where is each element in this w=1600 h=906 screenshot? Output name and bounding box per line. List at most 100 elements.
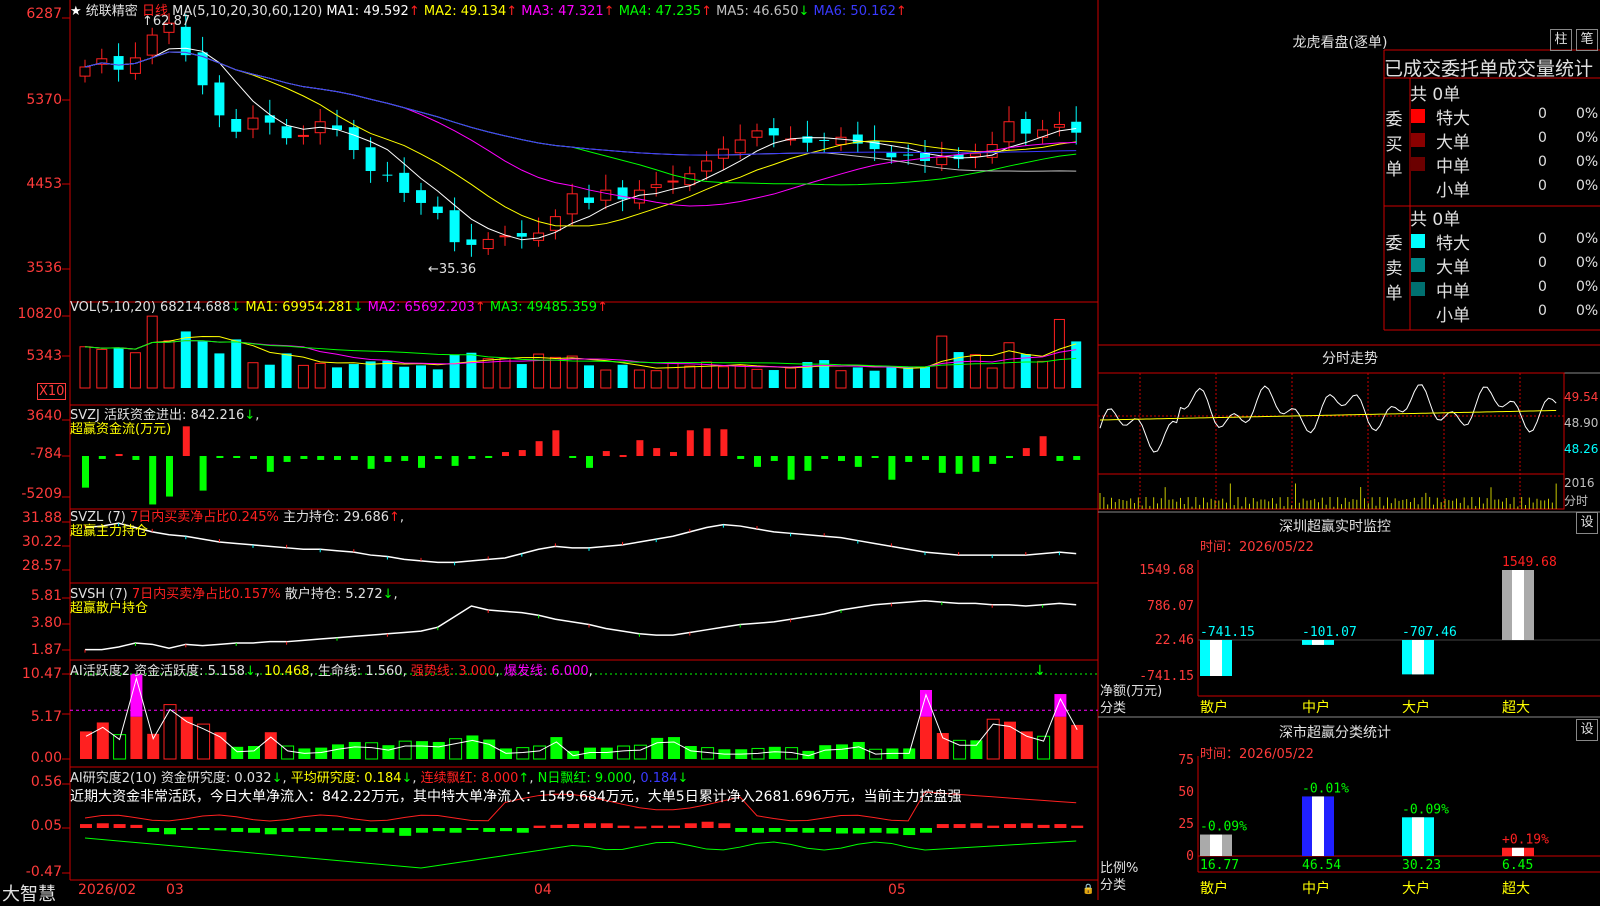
- sz-class-settings-button[interactable]: 设: [1576, 719, 1598, 741]
- candle-up: [79, 66, 91, 77]
- ai2-bar: [718, 823, 731, 828]
- monitor-category-label: 大户: [1402, 699, 1430, 716]
- lock-icon[interactable]: 🔒: [1082, 884, 1094, 895]
- ma-line-5: [84, 47, 1077, 241]
- main-ytick: 3536: [26, 260, 62, 276]
- ai1-bar-red: [920, 716, 932, 759]
- xaxis-label: 04: [534, 882, 552, 898]
- ai1-bar-hollow: [617, 745, 631, 760]
- volume-bar-down: [903, 367, 914, 388]
- svzj-bar: [149, 456, 157, 505]
- svzj-ytick: -784: [30, 446, 62, 462]
- ai2-ytick: 0.05: [30, 818, 62, 834]
- class-category-label: 散户: [1200, 880, 1228, 897]
- star-icon[interactable]: ★: [70, 4, 82, 19]
- volume-bar-up: [129, 352, 141, 389]
- volume-bar-down: [432, 369, 443, 388]
- intraday-vol-tick: 2016: [1564, 476, 1595, 490]
- order-size-label: 特大: [1436, 109, 1470, 129]
- volume-bar-up: [314, 362, 326, 389]
- candle-up: [297, 134, 309, 137]
- intraday-avg-line: [1099, 409, 1557, 421]
- bar-mode-button[interactable]: 柱: [1550, 29, 1572, 51]
- svzl-ytick: 31.88: [21, 510, 62, 526]
- ma-value-3: MA3: 47.321↑: [517, 4, 615, 19]
- ai2-header: AI研究度2(10) 资金研究度: 0.032↓, 平均研究度: 0.184↓,…: [70, 771, 689, 786]
- svzj-bar: [1073, 456, 1081, 460]
- class-bar-highlight: [1312, 796, 1324, 856]
- svzj-bar: [737, 456, 745, 459]
- xaxis-label: 03: [166, 882, 184, 898]
- ai2-bar: [634, 826, 647, 829]
- svzj-bar: [434, 456, 442, 459]
- svzj-bar: [1022, 448, 1030, 456]
- candle-down: [516, 233, 527, 237]
- sz-monitor-settings-button[interactable]: 设: [1576, 512, 1598, 534]
- ai1-bar-green: [550, 737, 563, 759]
- class-change-label: -0.09%: [1200, 820, 1247, 835]
- volume-bar-down: [180, 331, 191, 388]
- candle-down: [819, 139, 830, 141]
- svzj-bar: [888, 456, 896, 480]
- dragon-title: 龙虎看盘(逐单): [1292, 35, 1388, 51]
- order-count: 0: [1538, 279, 1547, 295]
- order-percent: 0%: [1576, 255, 1599, 271]
- order-size-label: 大单: [1436, 133, 1470, 153]
- ai2-bar: [1037, 824, 1050, 828]
- class-category-label: 超大: [1502, 881, 1530, 897]
- brand-logo: 大智慧: [2, 884, 56, 905]
- ma-value-1: MA1: 49.592↑: [326, 4, 420, 19]
- ai1-bar-green: [332, 744, 344, 759]
- svzj-bar: [266, 456, 274, 472]
- class-bar-highlight: [1512, 847, 1524, 856]
- ai2-bar: [516, 828, 529, 833]
- volume-bar-up: [969, 354, 981, 389]
- svzl-ytick: 28.57: [21, 558, 62, 574]
- ai2-bar: [1020, 823, 1033, 828]
- volume-bar-down: [348, 364, 359, 388]
- ai2-bar: [869, 828, 882, 833]
- svzj-bar: [838, 456, 845, 461]
- svzj-bar: [451, 456, 459, 466]
- svzj-bar: [132, 456, 140, 460]
- candle-down: [1020, 119, 1031, 134]
- intraday-frame: [1097, 372, 1565, 510]
- ma-value-6: MA6: 50.162↑: [809, 4, 907, 19]
- svzj-bar: [552, 430, 560, 456]
- ai1-bar-green: [483, 739, 496, 759]
- order-color-swatch: [1411, 133, 1425, 147]
- candle-up: [1003, 121, 1015, 143]
- ai2-bar: [970, 823, 983, 828]
- svzl-subtitle: 超赢主力持仓: [70, 524, 149, 539]
- volume-bar-down: [920, 366, 930, 388]
- high-price-label: ↑62.87: [142, 14, 191, 29]
- svzj-bar: [1039, 436, 1047, 456]
- ai1-bar-green: [852, 741, 865, 759]
- sz-class-ytick: 25: [1178, 817, 1194, 832]
- ai1-bar-green: [819, 745, 832, 759]
- ai2-bar: [819, 828, 832, 832]
- volume-bar-up: [684, 365, 696, 389]
- ma-value-4: MA4: 47.235↑: [614, 4, 712, 19]
- ai1-ytick: 5.17: [30, 709, 62, 725]
- sz-monitor-ytick: 1549.68: [1139, 563, 1194, 578]
- ai2-bar: [382, 828, 395, 833]
- ai1-bar-red: [264, 732, 277, 759]
- ai2-bar: [684, 823, 697, 828]
- candle-up: [482, 238, 494, 250]
- down-arrow-marker: ↓: [1034, 663, 1046, 679]
- volume-bar-up: [650, 370, 662, 389]
- ai2-bar: [315, 828, 328, 832]
- svsh-line: [85, 600, 1077, 651]
- tick-mode-button[interactable]: 笔: [1576, 29, 1598, 51]
- ai1-bar-hollow: [398, 740, 412, 760]
- svzj-bar: [502, 452, 509, 456]
- ai2-bar: [298, 828, 311, 832]
- order-color-swatch: [1411, 109, 1425, 123]
- vol-ytick: 5343: [26, 348, 62, 364]
- sell-total: 共 0单: [1410, 210, 1461, 230]
- order-percent: 0%: [1576, 130, 1599, 146]
- volume-bar-up: [247, 362, 259, 389]
- vol-unit-badge[interactable]: X10: [37, 383, 67, 400]
- svzj-bar: [82, 456, 89, 488]
